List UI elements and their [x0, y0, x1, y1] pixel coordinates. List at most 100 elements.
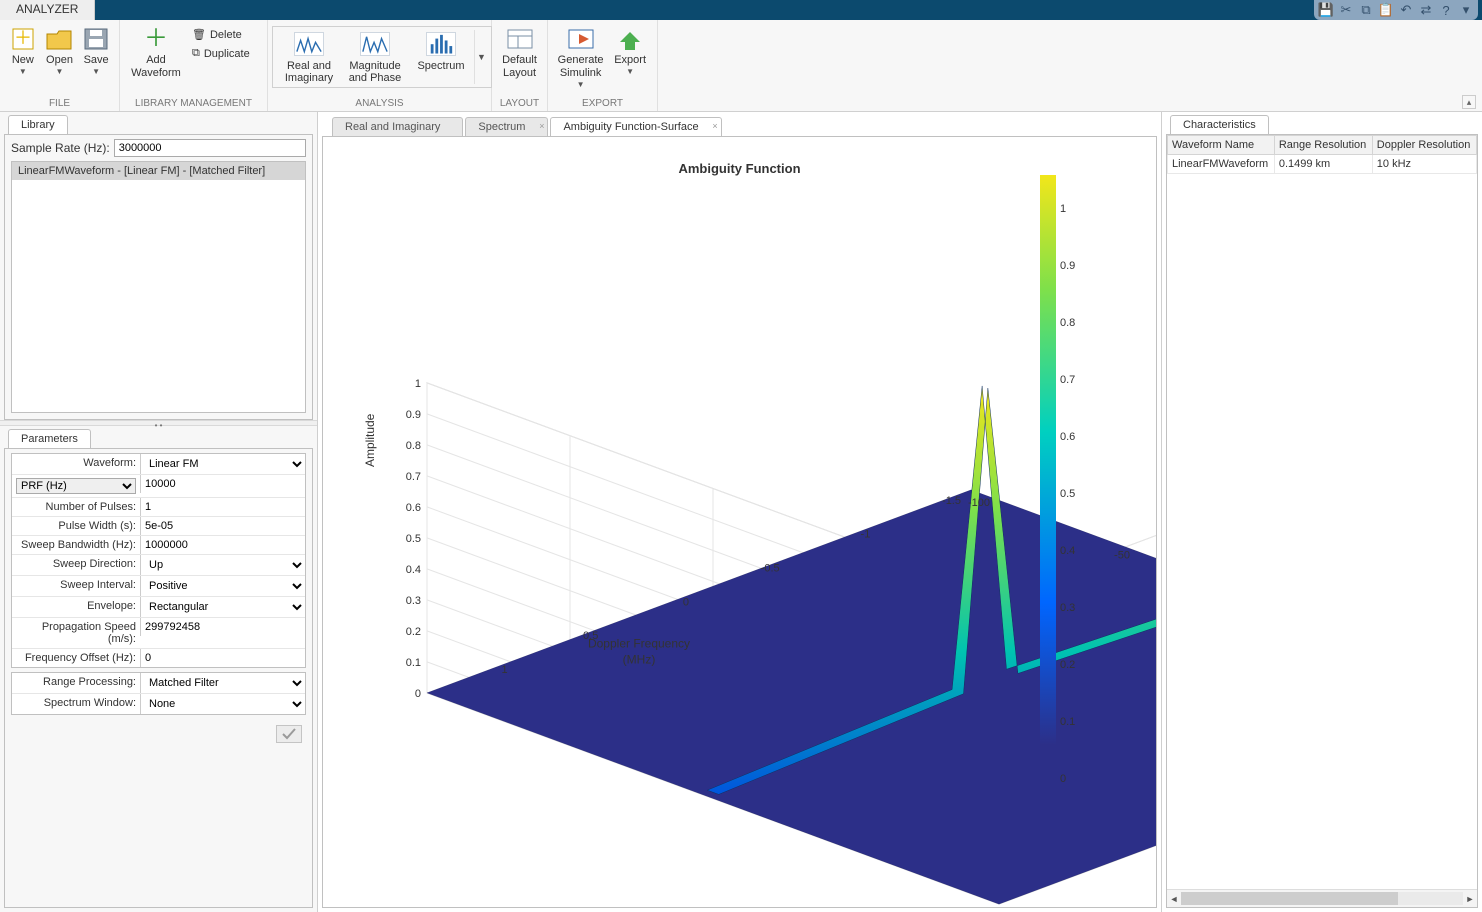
export-button[interactable]: Export▼: [609, 24, 651, 76]
trash-icon: 🗑: [192, 28, 206, 41]
save-button[interactable]: Save▼: [79, 24, 113, 76]
generate-simulink-button[interactable]: Generate Simulink▼: [554, 24, 607, 89]
ribbon-group-export-title: EXPORT: [548, 98, 657, 111]
save-icon: [80, 26, 112, 52]
export-icon: [614, 26, 646, 52]
close-tab-icon[interactable]: ×: [539, 121, 544, 131]
ribbon-group-library-title: LIBRARY MANAGEMENT: [120, 98, 267, 111]
app-tab-analyzer[interactable]: ANALYZER: [0, 0, 95, 20]
param-number-of-pulses-[interactable]: [140, 498, 305, 516]
tab-parameters[interactable]: Parameters: [8, 429, 91, 448]
ribbon-collapse-button[interactable]: ▴: [1462, 95, 1476, 109]
ribbon-group-analysis-title: ANALYSIS: [268, 98, 491, 111]
plot-tab-spectrum[interactable]: Spectrum×: [465, 117, 548, 136]
qa-paste-icon[interactable]: 📋: [1377, 1, 1395, 19]
param-label: Number of Pulses:: [12, 498, 140, 516]
svg-text:0.7: 0.7: [406, 471, 421, 483]
library-item[interactable]: LinearFMWaveform - [Linear FM] - [Matche…: [12, 162, 305, 180]
svg-text:＋: ＋: [144, 26, 168, 52]
default-layout-button[interactable]: Default Layout: [498, 24, 541, 80]
plot-tab-real-and-imaginary[interactable]: Real and Imaginary: [332, 117, 463, 136]
sample-rate-label: Sample Rate (Hz):: [11, 141, 110, 155]
param-label: Sweep Bandwidth (Hz):: [12, 536, 140, 554]
delete-button[interactable]: 🗑Delete: [188, 26, 254, 43]
real-imag-icon: [294, 32, 324, 56]
tab-library[interactable]: Library: [8, 115, 68, 134]
duplicate-button[interactable]: ⧉Duplicate: [188, 45, 254, 62]
analysis-dropdown[interactable]: ▼: [474, 30, 488, 84]
apply-button[interactable]: [276, 725, 302, 743]
char-header[interactable]: Doppler Resolution: [1372, 136, 1476, 155]
left-panel: Library Sample Rate (Hz): LinearFMWavefo…: [0, 112, 318, 912]
tab-characteristics[interactable]: Characteristics: [1170, 115, 1269, 134]
surface-svg: -100-50050100 -1.5-1-0.500.51 00.10.20.3…: [323, 137, 1157, 907]
new-icon: ＋: [7, 26, 39, 52]
param-waveform-[interactable]: Linear FM: [140, 454, 305, 474]
svg-text:Doppler Frequency: Doppler Frequency: [588, 636, 690, 650]
svg-text:(MHz): (MHz): [623, 652, 656, 666]
right-panel: Characteristics Waveform NameRange Resol…: [1162, 112, 1482, 912]
svg-text:＋: ＋: [14, 28, 32, 48]
param-frequency-offset-hz-[interactable]: [140, 649, 305, 667]
magnitude-phase-button[interactable]: Magnitude and Phase: [342, 30, 408, 84]
spectrum-icon: [426, 32, 456, 56]
quick-access-toolbar: 💾 ✂ ⧉ 📋 ↶ ⇄ ? ▾: [1314, 0, 1478, 20]
param-pulse-width-s-[interactable]: [140, 517, 305, 535]
param-prf-hz-[interactable]: [140, 475, 305, 493]
sample-rate-input[interactable]: [114, 139, 306, 157]
svg-text:0: 0: [683, 596, 689, 608]
svg-text:1: 1: [502, 664, 508, 676]
check-icon: [281, 728, 297, 740]
close-tab-icon[interactable]: ×: [712, 121, 717, 131]
qa-minimize-icon[interactable]: ▾: [1457, 1, 1475, 19]
qa-save-icon[interactable]: 💾: [1317, 1, 1335, 19]
plus-icon: ＋: [140, 26, 172, 52]
param-label: Sweep Interval:: [12, 576, 140, 596]
new-button[interactable]: ＋ New▼: [6, 24, 40, 76]
center-panel: Real and ImaginarySpectrum×Ambiguity Fun…: [318, 112, 1162, 912]
mag-phase-icon: [360, 32, 390, 56]
param-label: Envelope:: [12, 597, 140, 617]
svg-text:0: 0: [415, 688, 421, 700]
qa-cut-icon[interactable]: ✂: [1337, 1, 1355, 19]
svg-text:-1: -1: [861, 529, 871, 541]
param-label: Frequency Offset (Hz):: [12, 649, 140, 667]
characteristics-hscrollbar[interactable]: ◄►: [1167, 889, 1477, 907]
real-imaginary-button[interactable]: Real and Imaginary: [276, 30, 342, 84]
param-range-processing-[interactable]: Matched Filter: [140, 673, 305, 693]
ribbon: ＋ New▼ Open▼ Save▼ FILE ＋ Add Waveform 🗑…: [0, 20, 1482, 112]
svg-text:0.8: 0.8: [406, 440, 421, 452]
param-sweep-direction-[interactable]: Up: [140, 555, 305, 575]
svg-text:-50: -50: [1114, 550, 1130, 562]
char-header[interactable]: Range Resolution: [1274, 136, 1372, 155]
open-button[interactable]: Open▼: [42, 24, 78, 76]
char-header[interactable]: Waveform Name: [1168, 136, 1275, 155]
ribbon-group-file-title: FILE: [0, 98, 119, 111]
param-spectrum-window-[interactable]: None: [140, 694, 305, 714]
open-icon: [43, 26, 75, 52]
qa-help-icon[interactable]: ?: [1437, 1, 1455, 19]
param-label-select[interactable]: PRF (Hz): [16, 478, 136, 494]
simulink-icon: [565, 26, 597, 52]
svg-text:-100: -100: [968, 497, 990, 509]
qa-copy-icon[interactable]: ⧉: [1357, 1, 1375, 19]
param-envelope-[interactable]: Rectangular: [140, 597, 305, 617]
param-sweep-bandwidth-hz-[interactable]: [140, 536, 305, 554]
char-row[interactable]: LinearFMWaveform0.1499 km10 kHz: [1168, 155, 1477, 174]
svg-text:-1.5: -1.5: [942, 495, 961, 507]
svg-text:0.5: 0.5: [406, 533, 421, 545]
spectrum-button[interactable]: Spectrum: [408, 30, 474, 72]
colorbar: [1040, 175, 1056, 745]
param-label: Spectrum Window:: [12, 694, 140, 714]
param-label: Propagation Speed (m/s):: [12, 618, 140, 648]
qa-undo-icon[interactable]: ↶: [1397, 1, 1415, 19]
param-label: Pulse Width (s):: [12, 517, 140, 535]
add-waveform-button[interactable]: ＋ Add Waveform: [126, 24, 186, 80]
waveform-library-list[interactable]: LinearFMWaveform - [Linear FM] - [Matche…: [11, 161, 306, 413]
param-propagation-speed-m-s-[interactable]: [140, 618, 305, 636]
qa-switch-icon[interactable]: ⇄: [1417, 1, 1435, 19]
characteristics-table: Waveform NameRange ResolutionDoppler Res…: [1167, 135, 1477, 174]
param-sweep-interval-[interactable]: Positive: [140, 576, 305, 596]
plot-tab-ambiguity-function-surface[interactable]: Ambiguity Function-Surface×: [550, 117, 721, 136]
svg-text:0.2: 0.2: [406, 626, 421, 638]
